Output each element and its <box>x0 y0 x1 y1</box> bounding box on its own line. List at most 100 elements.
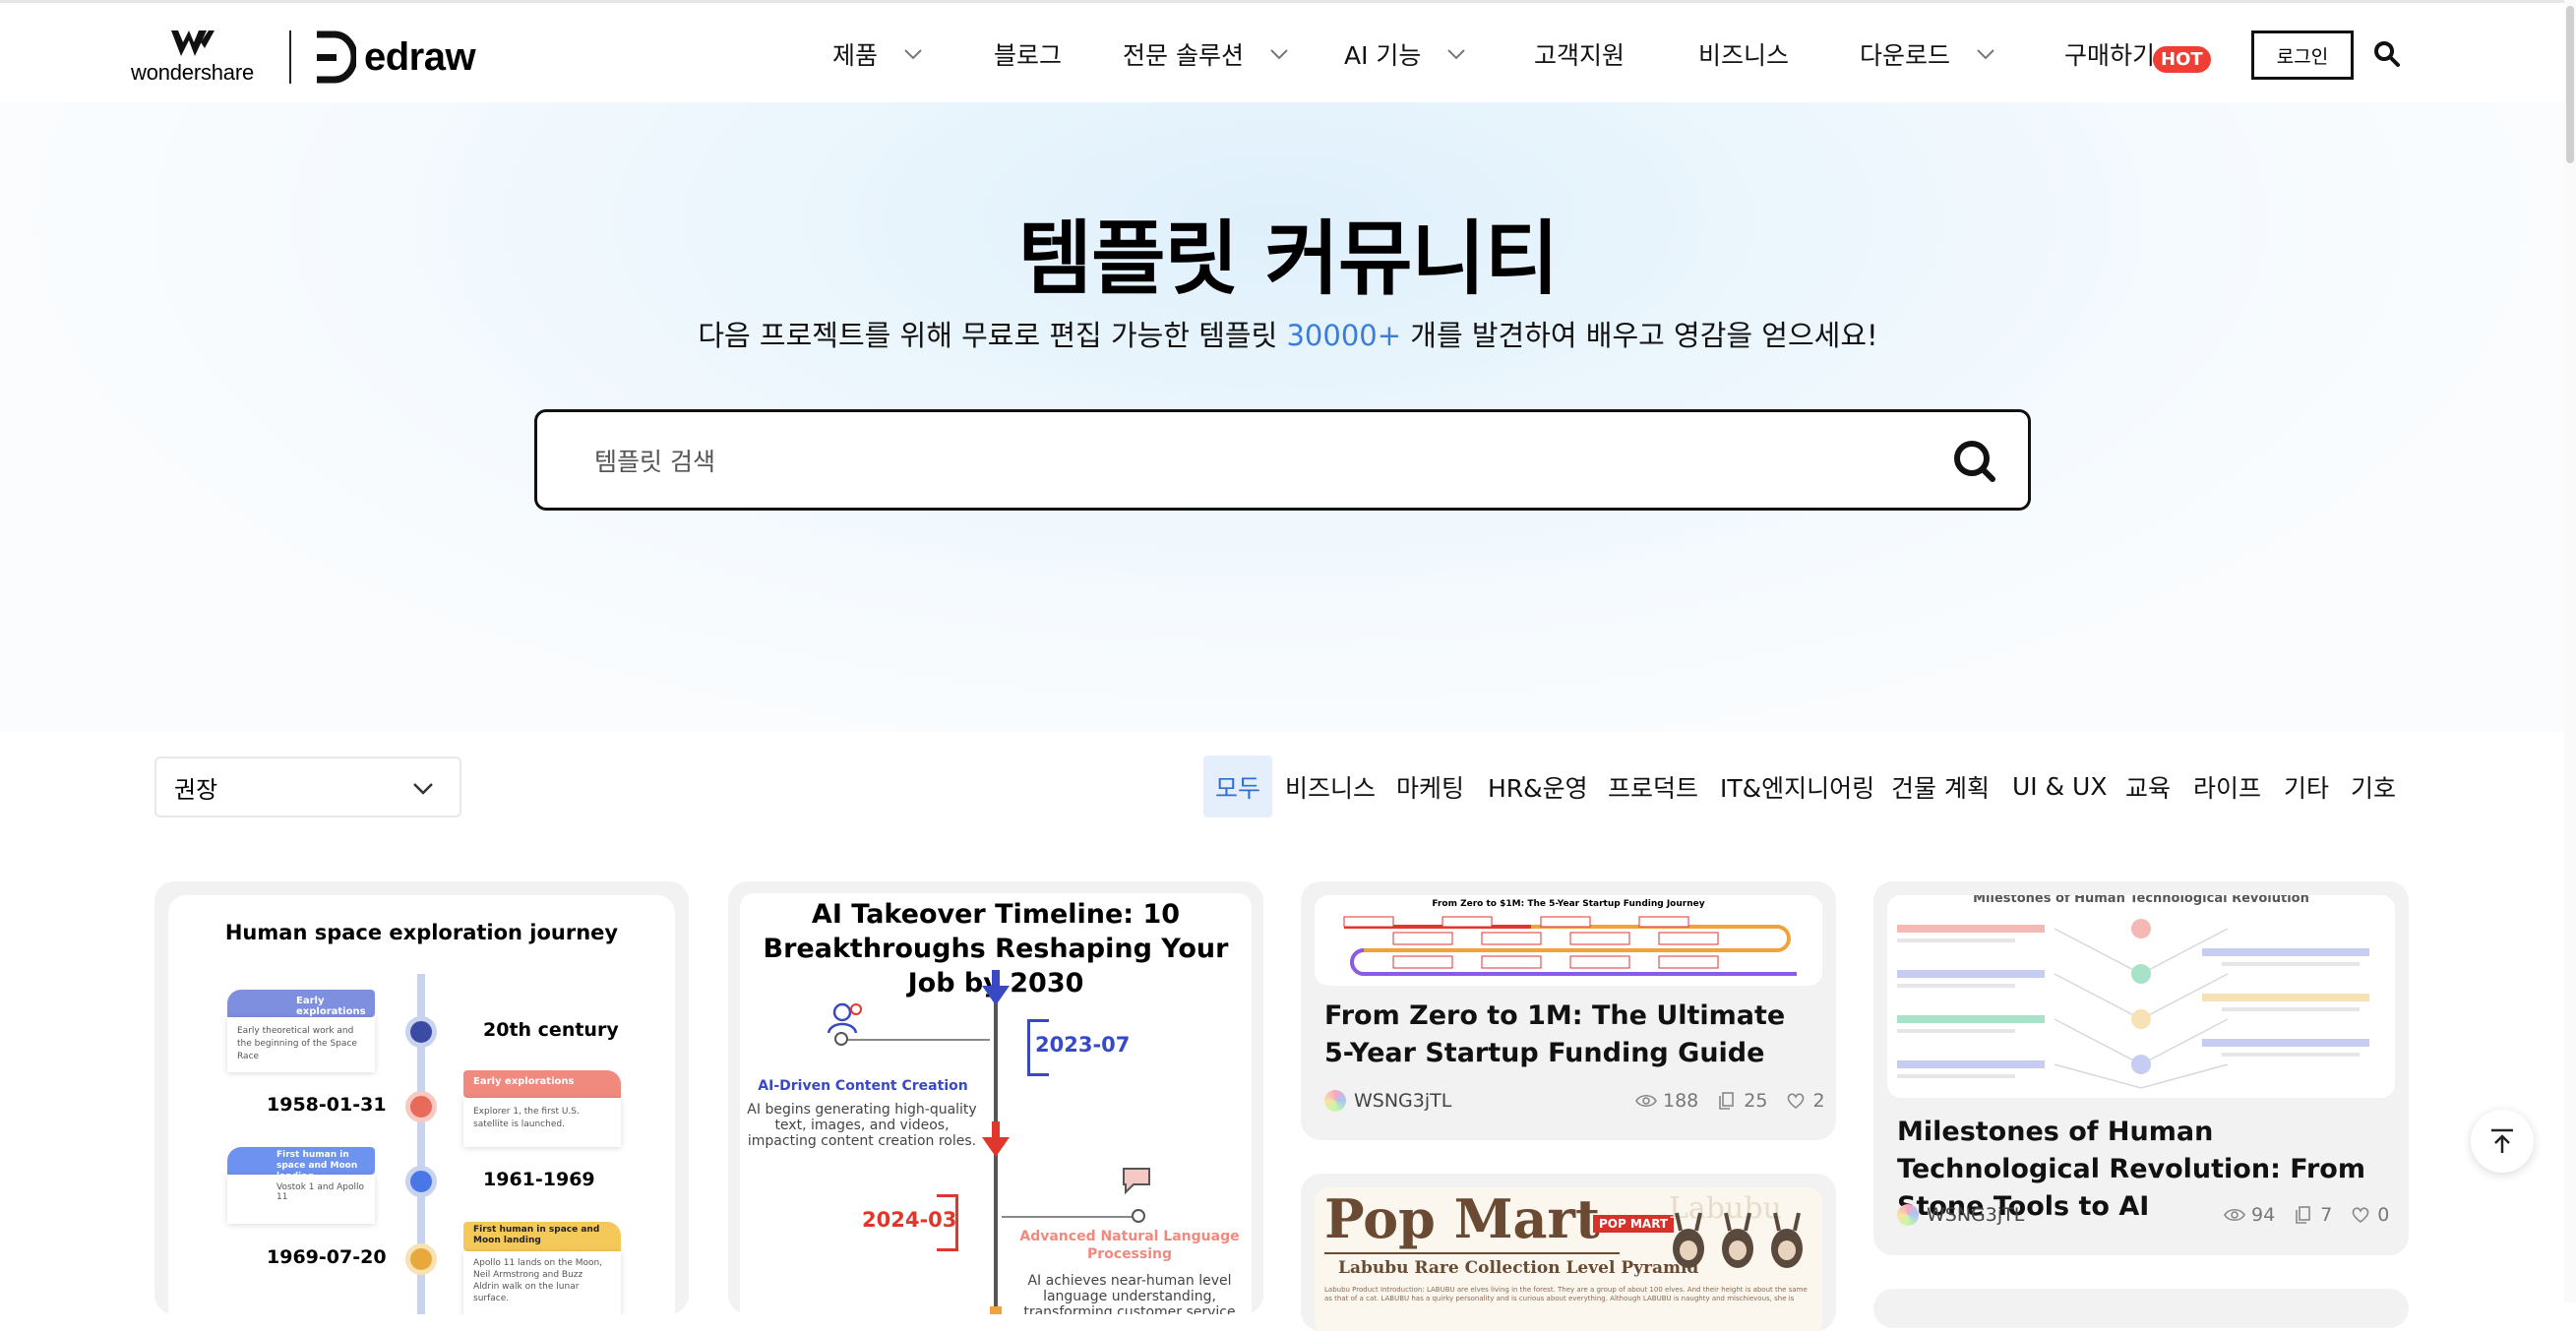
author-name: WSNG3jTL <box>1354 1090 1452 1112</box>
template-thumbnail[interactable]: From Zero to $1M: The 5-Year Startup Fun… <box>1315 895 1822 986</box>
template-search-input[interactable] <box>592 438 1871 485</box>
subtitle-before: 다음 프로젝트를 위해 무료로 편집 가능한 템플릿 <box>698 319 1287 352</box>
event-desc: Early theoretical work and the beginning… <box>227 1017 375 1072</box>
tab-product[interactable]: 프로덕트 <box>1608 756 1698 817</box>
nav-business[interactable]: 비즈니스 <box>1698 36 1789 72</box>
tab-all[interactable]: 모두 <box>1203 756 1273 817</box>
tab-life[interactable]: 라이프 <box>2193 756 2261 817</box>
template-card[interactable]: Pop Mart POP MART Labubu Labubu Rare Col… <box>1301 1174 1836 1331</box>
main-menu: 제품 블로그 전문 솔루션 AI 기능 고객지원 비즈니스 다운로드 구매하기 … <box>0 3 2576 105</box>
nav-business-label: 비즈니스 <box>1698 41 1790 70</box>
copy-icon <box>2296 1206 2310 1224</box>
connector-dot <box>1132 1209 1145 1223</box>
template-card[interactable] <box>1873 1289 2409 1328</box>
event-date: 2024-03 <box>862 1208 957 1232</box>
event-date: 20th century <box>483 1019 619 1041</box>
eye-icon <box>1635 1094 1657 1108</box>
heart-icon[interactable] <box>1785 1092 1807 1110</box>
thumb-divider <box>1324 1252 1620 1254</box>
event-date: 1961-1969 <box>483 1169 595 1190</box>
timeline-node <box>405 1166 437 1197</box>
search-icon[interactable] <box>2373 40 2401 68</box>
event-date: 2023-07 <box>1035 1033 1131 1057</box>
nav-download-label: 다운로드 <box>1860 41 1951 70</box>
view-count: 94 <box>2251 1204 2276 1226</box>
sort-dropdown[interactable]: 권장 <box>154 756 461 817</box>
search-icon[interactable] <box>1951 438 1998 485</box>
thumb-title: From Zero to $1M: The 5-Year Startup Fun… <box>1432 899 1705 909</box>
chat-bubble-icon <box>1123 1168 1150 1195</box>
event-date: 1969-07-20 <box>267 1246 387 1268</box>
tab-education[interactable]: 교육 <box>2125 756 2171 817</box>
template-thumbnail[interactable]: Milestones of Human Technological Revolu… <box>1887 895 2395 1098</box>
event-desc: Apollo 11 lands on the Moon, Neil Armstr… <box>463 1251 621 1314</box>
nav-solutions[interactable]: 전문 솔루션 <box>1123 36 1289 72</box>
nav-blog[interactable]: 블로그 <box>994 36 1062 72</box>
template-thumbnail[interactable]: Human space exploration journey Early ex… <box>168 895 675 1314</box>
nav-buy[interactable]: 구매하기 <box>2064 36 2155 72</box>
template-card[interactable]: Human space exploration journey Early ex… <box>154 881 689 1314</box>
avatar <box>1897 1204 1919 1226</box>
milestone-diagram <box>1897 919 2369 1089</box>
heart-icon[interactable] <box>2350 1206 2371 1224</box>
tab-symbols[interactable]: 기호 <box>2351 756 2396 817</box>
nav-blog-label: 블로그 <box>994 41 1063 70</box>
connector-dot <box>834 1032 848 1046</box>
event-label: Early explorations <box>227 990 375 1017</box>
card-author[interactable]: WSNG3jTL <box>1897 1204 2024 1226</box>
like-count: 2 <box>1812 1090 1825 1112</box>
tab-it-engineering[interactable]: IT&엔지니어링 <box>1720 756 1874 817</box>
funding-roadmap-graphic <box>1343 916 1797 976</box>
tab-business[interactable]: 비즈니스 <box>1285 756 1376 817</box>
tab-ui-ux[interactable]: UI & UX <box>2012 756 2107 817</box>
timeline-node <box>405 1091 437 1122</box>
thumb-subtitle: Labubu Rare Collection Level Pyramid <box>1338 1258 1699 1278</box>
copy-icon <box>1719 1092 1735 1110</box>
tab-marketing[interactable]: 마케팅 <box>1396 756 1464 817</box>
template-thumbnail[interactable]: Pop Mart POP MART Labubu Labubu Rare Col… <box>1315 1187 1822 1331</box>
event-label: Early explorations <box>463 1070 621 1098</box>
subtitle-after: 개를 발견하여 배우고 영감을 얻으세요! <box>1401 319 1878 352</box>
view-count: 188 <box>1663 1090 1699 1112</box>
event-desc: AI begins generating high-quality text, … <box>747 1102 977 1149</box>
author-name: WSNG3jTL <box>1927 1204 2025 1226</box>
scrollbar-thumb[interactable] <box>2566 6 2574 163</box>
tab-other[interactable]: 기타 <box>2284 756 2329 817</box>
template-card[interactable]: From Zero to $1M: The 5-Year Startup Fun… <box>1301 881 1836 1140</box>
event-heading: Advanced Natural Language Processing <box>1019 1229 1240 1262</box>
nav-buy-label: 구매하기 <box>2064 41 2156 70</box>
chevron-down-icon <box>1270 49 1288 60</box>
chevron-down-icon <box>1977 49 1994 60</box>
nav-download[interactable]: 다운로드 <box>1860 36 1995 72</box>
tab-building-plan[interactable]: 건물 계획 <box>1891 756 1990 817</box>
card-title[interactable]: From Zero to 1M: The Ultimate 5-Year Sta… <box>1324 998 1816 1072</box>
thumb-brand: Pop Mart <box>1324 1187 1600 1250</box>
like-count: 0 <box>2377 1204 2390 1226</box>
nav-products[interactable]: 제품 <box>832 36 923 72</box>
nav-ai[interactable]: AI 기능 <box>1344 36 1466 72</box>
copy-count: 7 <box>2320 1204 2333 1226</box>
template-thumbnail[interactable]: AI Takeover Timeline: 10 Breakthroughs R… <box>740 893 1252 1314</box>
scrollbar-track[interactable] <box>2564 0 2576 1302</box>
template-count: 30000+ <box>1286 319 1402 352</box>
avatar <box>1324 1090 1346 1112</box>
connector-line <box>1002 1216 1139 1218</box>
card-author[interactable]: WSNG3jTL <box>1324 1090 1451 1112</box>
event-desc: Vostok 1 and Apollo 11 <box>227 1175 375 1224</box>
event-heading: AI-Driven Content Creation <box>758 1078 968 1094</box>
nav-support[interactable]: 고객지원 <box>1534 36 1625 72</box>
copy-count: 25 <box>1744 1090 1768 1112</box>
hero-subtitle: 다음 프로젝트를 위해 무료로 편집 가능한 템플릿 30000+ 개를 발견하… <box>0 313 2576 354</box>
tab-hr-ops[interactable]: HR&운영 <box>1488 756 1588 817</box>
sort-selected-value: 권장 <box>174 775 218 804</box>
back-to-top-button[interactable] <box>2471 1110 2534 1173</box>
template-card[interactable]: AI Takeover Timeline: 10 Breakthroughs R… <box>728 881 1263 1314</box>
top-navbar: wondershare edraw 제품 블로그 전문 솔루션 AI 기능 고객… <box>0 0 2576 102</box>
card-stats: 94 7 0 <box>2224 1204 2401 1226</box>
login-button[interactable]: 로그인 <box>2251 30 2354 80</box>
template-card[interactable]: Milestones of Human Technological Revolu… <box>1873 881 2409 1255</box>
card-stats: 188 25 2 <box>1635 1090 1836 1112</box>
eye-icon <box>2224 1208 2245 1222</box>
event-label: First human in space and Moon landing <box>463 1222 621 1251</box>
arrow-up-icon <box>2491 1128 2513 1153</box>
